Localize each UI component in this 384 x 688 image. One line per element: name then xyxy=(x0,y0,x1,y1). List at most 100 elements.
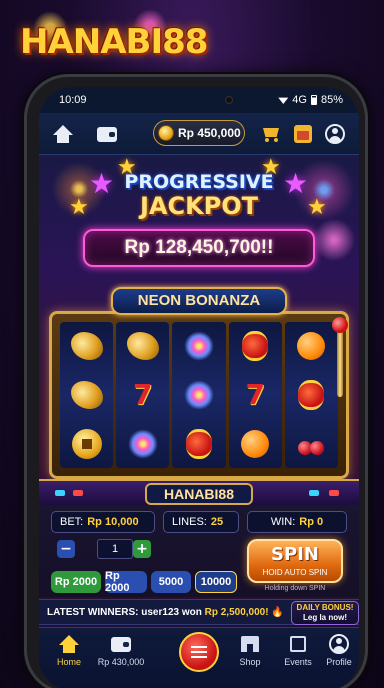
nav-events-label: Events xyxy=(284,657,312,667)
cherry-symbol xyxy=(293,426,329,462)
winners-ticker: LATEST WINNERS: user123 won Rp 2,500,000… xyxy=(39,599,359,625)
orange-symbol xyxy=(237,426,273,462)
reel xyxy=(60,322,114,468)
bet-value: Rp 10,000 xyxy=(87,516,139,528)
daily-bonus-button[interactable]: DAILY BONUS! Leg la now! xyxy=(291,601,359,625)
nav-home-label: Home xyxy=(56,657,81,667)
reels: 7 7 xyxy=(60,322,339,468)
win-value: Rp 0 xyxy=(299,516,324,528)
spin-button[interactable]: SPIN HOID AUTO SPIN xyxy=(247,539,343,583)
nav-wallet[interactable]: Rp 430,000 xyxy=(85,634,157,678)
profile-icon xyxy=(329,634,349,654)
fireworks-symbol xyxy=(181,328,217,364)
jackpot-banner: ★ ★ ★ ★ ★ ★ PROGRESSIVE JACKPOT Rp 128,4… xyxy=(39,155,359,275)
reel: 7 xyxy=(228,322,282,468)
quick-bet-chip[interactable]: Rp 2000 xyxy=(105,570,147,594)
daily-bonus-subtitle: Leg la now! xyxy=(303,613,347,622)
jackpot-title-main: JACKPOT xyxy=(139,192,259,220)
fireworks-symbol xyxy=(181,377,217,413)
bet-controls: BET: Rp 10,000 LINES: 25 WIN: Rp 0 − 1 +… xyxy=(39,505,359,597)
spin-label: SPIN xyxy=(271,544,319,565)
firework-decoration xyxy=(309,215,359,265)
quick-bet-chip[interactable]: 10000 xyxy=(195,571,237,593)
base-light xyxy=(73,490,83,496)
lines-display: LINES: 25 xyxy=(163,511,239,533)
bet-label: BET: xyxy=(60,516,84,528)
battery-icon xyxy=(310,95,317,105)
network-label: 4G xyxy=(292,94,307,106)
slot-lever[interactable] xyxy=(337,327,343,397)
home-icon xyxy=(59,635,79,653)
quick-bet-chip[interactable]: 5000 xyxy=(151,571,191,593)
wifi-icon xyxy=(278,97,289,104)
dragon-symbol xyxy=(69,377,105,413)
shop-icon xyxy=(241,636,259,652)
wallet-icon xyxy=(97,126,117,142)
wallet-button[interactable] xyxy=(95,122,119,146)
win-display: WIN: Rp 0 xyxy=(247,511,347,533)
base-light xyxy=(329,490,339,496)
base-light xyxy=(309,490,319,496)
lever-knob-icon[interactable] xyxy=(332,317,348,333)
nav-profile[interactable]: Profile xyxy=(317,634,359,678)
status-time: 10:09 xyxy=(59,94,87,106)
profile-button[interactable] xyxy=(323,122,347,146)
orange-symbol xyxy=(293,328,329,364)
machine-title: NEON BONANZA xyxy=(111,287,287,315)
coin-icon xyxy=(158,125,174,141)
cart-button[interactable] xyxy=(259,122,283,146)
coin-symbol xyxy=(69,426,105,462)
balance-display[interactable]: Rp 450,000 xyxy=(153,120,245,146)
bet-multiplier[interactable]: 1 xyxy=(97,539,133,559)
ticker-prefix: LATEST WINNERS: user123 won xyxy=(47,607,205,618)
reel-frame: 7 7 xyxy=(49,311,349,479)
lines-label: LINES: xyxy=(172,516,207,528)
home-button[interactable] xyxy=(51,122,75,146)
reel: 7 xyxy=(116,322,170,468)
cart-icon xyxy=(261,126,281,142)
spin-hint: Holding down SPIN xyxy=(264,585,326,592)
bet-decrease-button[interactable]: − xyxy=(57,540,75,558)
auto-spin-label: HOID AUTO SPIN xyxy=(262,568,328,577)
calendar-icon xyxy=(294,125,312,143)
camera-cutout xyxy=(225,96,233,104)
flame-icon: 🔥 xyxy=(271,607,284,618)
nav-events[interactable]: Events xyxy=(273,634,323,678)
nav-profile-label: Profile xyxy=(326,657,352,667)
bet-increase-button[interactable]: + xyxy=(133,540,151,558)
wallet-icon xyxy=(111,636,131,652)
nav-shop-label: Shop xyxy=(239,657,261,667)
status-indicators: 4G 85% xyxy=(278,94,343,106)
calendar-button[interactable] xyxy=(291,122,315,146)
status-bar: 10:09 4G 85% xyxy=(39,87,359,113)
bottom-nav: Home Rp 430,000 Shop Events Profile xyxy=(39,627,359,688)
seven-symbol: 7 xyxy=(133,378,153,412)
ticker-text: LATEST WINNERS: user123 won Rp 2,500,000… xyxy=(47,607,284,618)
lines-value: 25 xyxy=(210,516,224,528)
machine-base-logo: HANABI88 xyxy=(145,483,253,505)
fireworks-symbol xyxy=(125,426,161,462)
jackpot-amount: Rp 128,450,700!! xyxy=(83,229,315,267)
top-nav: Rp 450,000 xyxy=(39,113,359,155)
profile-icon xyxy=(325,124,345,144)
calendar-icon xyxy=(290,636,306,652)
lantern-symbol xyxy=(293,377,329,413)
battery-level: 85% xyxy=(320,94,343,106)
lantern-symbol xyxy=(237,328,273,364)
machine-base: HANABI88 xyxy=(39,479,359,505)
quick-bet-chip[interactable]: Rp 2000 xyxy=(51,571,101,593)
reel xyxy=(172,322,226,468)
balance-value: Rp 450,000 xyxy=(178,126,241,140)
dragon-symbol xyxy=(69,328,105,364)
base-light xyxy=(55,490,65,496)
bet-display: BET: Rp 10,000 xyxy=(51,511,155,533)
nav-shop[interactable]: Shop xyxy=(225,634,275,678)
slot-machine: 7 7 NEON BONANZA HANABI88 xyxy=(39,287,359,505)
reel xyxy=(284,322,339,468)
menu-button[interactable] xyxy=(179,632,219,672)
dragon-symbol xyxy=(125,328,161,364)
ticker-amount: Rp 2,500,000! xyxy=(204,607,269,618)
brand-logo: HANABI88 xyxy=(20,22,208,62)
phone-screen: 10:09 4G 85% Rp 450,000 ★ ★ ★ ★ ★ ★ PROG… xyxy=(39,87,359,688)
menu-icon xyxy=(191,646,207,658)
